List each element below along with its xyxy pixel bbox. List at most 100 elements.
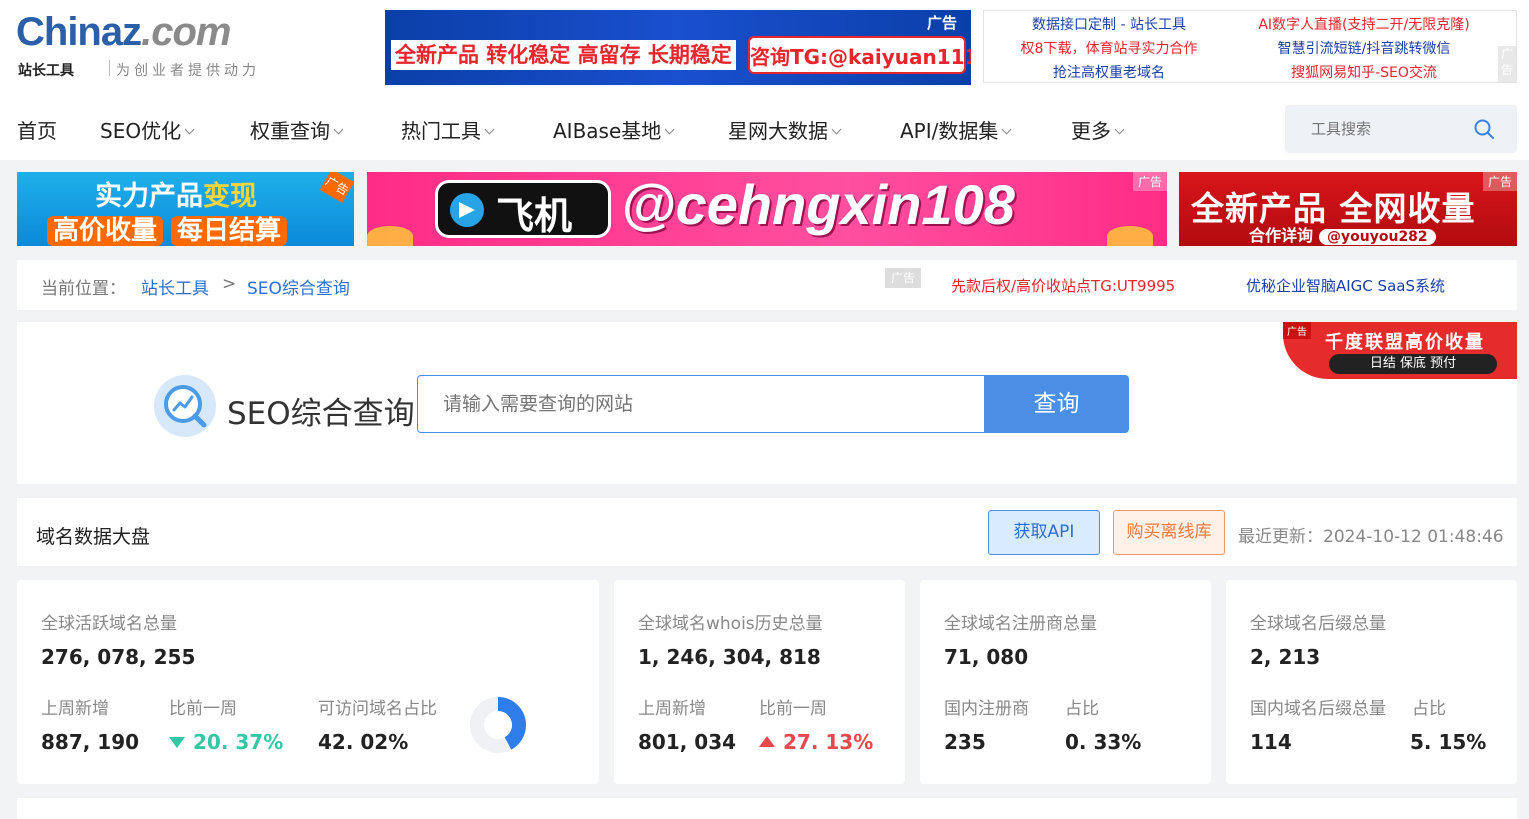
text-ad-link[interactable]: AI数字人直播(支持二开/无限克隆) <box>1239 13 1489 37</box>
get-api-button[interactable]: 获取API <box>988 510 1100 555</box>
banner-ad-2[interactable]: 飞机 @cehngxin108 广告 <box>367 172 1167 246</box>
stat-card-active-domains: 全球活跃域名总量 276, 078, 255 上周新增 887, 190 比前一… <box>17 580 599 784</box>
nav-item-api[interactable]: API/数据集 <box>900 115 1012 144</box>
nav-item-seo[interactable]: SEO优化 <box>100 115 195 144</box>
site-logo[interactable]: Chinaz.com 站长工具 为创业者提供动力 <box>16 10 276 85</box>
tool-search-input[interactable] <box>1285 105 1475 153</box>
ad-headline: 实力产品变现 <box>95 181 257 212</box>
stat-label: 上周新增 <box>638 699 706 719</box>
chevron-down-icon <box>664 124 675 135</box>
main-nav: 首页 SEO优化 权重查询 热门工具 AIBase基地 星网大数据 API/数据… <box>0 105 1280 155</box>
card-label: 全球域名whois历史总量 <box>638 614 823 634</box>
logo-slogan: 为创业者提供动力 <box>116 63 260 79</box>
telegram-badge: 飞机 <box>435 180 611 238</box>
stat-label: 占比 <box>1065 699 1099 719</box>
top-banner-ad[interactable]: 广告 全新产品 转化稳定 高留存 长期稳定 咨询TG:@kaiyuan111 <box>385 10 971 85</box>
nav-item-more[interactable]: 更多 <box>1071 115 1125 144</box>
search-icon[interactable] <box>1473 118 1495 140</box>
banner-ad-3[interactable]: 全新产品 全网收量 合作详询 @youyou282 广告 <box>1179 172 1517 246</box>
nav-item-weight[interactable]: 权重查询 <box>250 115 344 144</box>
breadcrumb-home-link[interactable]: 站长工具 <box>141 274 209 299</box>
section-title: 域名数据大盘 <box>36 526 151 548</box>
accessible-ratio-donut <box>470 697 526 753</box>
seo-chart-icon <box>154 375 216 437</box>
text-ad-link[interactable]: 先款后权/高价收站点TG:UT9995 <box>951 275 1175 296</box>
stat-label: 比前一周 <box>169 699 237 719</box>
stat-value: 235 <box>944 730 986 754</box>
stat-value: 0. 33% <box>1065 730 1142 754</box>
stat-label: 占比 <box>1412 699 1446 719</box>
breadcrumb-prefix: 当前位置： <box>41 279 126 299</box>
text-ads-column-1: 数据接口定制 - 站长工具 权8下载，体育站寻实力合作 抢注高权重老域名 <box>984 13 1234 85</box>
chevron-down-icon <box>1114 124 1125 135</box>
ad-tag: 广告 <box>1132 172 1167 191</box>
text-ad-link[interactable]: 抢注高权重老域名 <box>984 61 1234 85</box>
banner-ad-1[interactable]: 实力产品变现 高价收量 每日结算 广告 <box>17 172 354 246</box>
ad-tag: 广告 <box>926 14 957 32</box>
stat-value-trend: 27. 13% <box>759 730 873 754</box>
ad-headline: 千度联盟高价收量 <box>1325 332 1485 353</box>
logo-wordmark: Chinaz.com <box>16 10 231 54</box>
stat-label: 比前一周 <box>759 699 827 719</box>
chevron-down-icon <box>484 124 495 135</box>
last-updated: 最近更新：2024-10-12 01:48:46 <box>1238 527 1504 547</box>
card-label: 全球域名后缀总量 <box>1250 614 1386 634</box>
nav-item-bigdata[interactable]: 星网大数据 <box>728 115 842 144</box>
ad-contact: 咨询TG:@kaiyuan111 <box>748 36 971 74</box>
ad-tag: 广告 <box>1482 172 1517 191</box>
text-ads-column-2: AI数字人直播(支持二开/无限克隆) 智慧引流短链/抖音跳转微信 搜狐网易知乎-… <box>1239 13 1489 85</box>
text-ad-link[interactable]: 优秘企业智脑AIGC SaaS系统 <box>1246 275 1445 296</box>
telegram-icon <box>450 193 484 227</box>
stat-value: 114 <box>1250 730 1292 754</box>
tool-search <box>1285 105 1517 153</box>
card-value: 276, 078, 255 <box>41 645 196 669</box>
breadcrumb-current-link[interactable]: SEO综合查询 <box>247 274 350 299</box>
page-title: SEO综合查询 <box>227 396 415 432</box>
breadcrumb: 当前位置： 站长工具 > SEO综合查询 广告 先款后权/高价收站点TG:UT9… <box>17 260 1517 310</box>
card-value: 2, 213 <box>1250 645 1321 669</box>
ad-mark: 广告 <box>885 268 921 288</box>
ad-app-name: 飞机 <box>496 194 573 238</box>
ad-tag: 广告 <box>319 172 354 203</box>
buy-offline-db-button[interactable]: 购买离线库 <box>1113 510 1225 555</box>
nav-item-hot-tools[interactable]: 热门工具 <box>401 115 495 144</box>
card-value: 1, 246, 304, 818 <box>638 645 821 669</box>
text-ad-link[interactable]: 搜狐网易知乎-SEO交流 <box>1239 61 1489 85</box>
text-ad-link[interactable]: 数据接口定制 - 站长工具 <box>984 13 1234 37</box>
breadcrumb-separator: > <box>222 274 237 294</box>
card-label: 全球域名注册商总量 <box>944 614 1097 634</box>
stat-value: 801, 034 <box>638 730 737 754</box>
card-value: 71, 080 <box>944 645 1029 669</box>
site-url-input[interactable] <box>417 375 985 433</box>
stat-label: 国内域名后缀总量 <box>1250 699 1386 719</box>
stat-label: 上周新增 <box>41 699 109 719</box>
nav-item-home[interactable]: 首页 <box>17 115 57 144</box>
trend-up-icon <box>759 736 775 747</box>
trend-down-icon <box>169 737 185 748</box>
stat-card-suffixes: 全球域名后缀总量 2, 213 国内域名后缀总量 114 占比 5. 15% <box>1226 580 1517 784</box>
domain-data-header: 域名数据大盘 获取API 购买离线库 最近更新：2024-10-12 01:48… <box>17 498 1517 566</box>
text-ad-link[interactable]: 智慧引流短链/抖音跳转微信 <box>1239 37 1489 61</box>
chevron-down-icon <box>1001 124 1012 135</box>
text-ad-link[interactable]: 权8下载，体育站寻实力合作 <box>984 37 1234 61</box>
card-label: 全球活跃域名总量 <box>41 614 177 634</box>
stat-label: 国内注册商 <box>944 699 1029 719</box>
stat-value: 887, 190 <box>41 730 140 754</box>
query-button[interactable]: 查询 <box>984 375 1129 433</box>
stat-value: 42. 02% <box>318 730 409 754</box>
ad-subline: 高价收量 每日结算 <box>47 210 295 246</box>
ad-subline: 日结 保底 预付 <box>1329 354 1497 374</box>
chevron-down-icon <box>184 124 195 135</box>
nav-item-aibase[interactable]: AIBase基地 <box>553 115 675 144</box>
corner-ad[interactable]: 广告 千度联盟高价收量 日结 保底 预付 <box>1283 322 1517 379</box>
seo-search-panel: SEO综合查询 查询 广告 千度联盟高价收量 日结 保底 预付 <box>17 322 1517 484</box>
stat-value: 5. 15% <box>1410 730 1487 754</box>
ad-tag: 广告 <box>1283 322 1311 339</box>
chevron-down-icon <box>831 124 842 135</box>
stat-value-trend: 20. 37% <box>169 730 283 754</box>
logo-divider <box>109 60 110 76</box>
text-ads-box: 数据接口定制 - 站长工具 权8下载，体育站寻实力合作 抢注高权重老域名 AI数… <box>983 10 1517 83</box>
site-header: Chinaz.com 站长工具 为创业者提供动力 广告 全新产品 转化稳定 高留… <box>0 0 1529 160</box>
logo-subtitle: 站长工具 <box>18 63 74 79</box>
stat-card-registrars: 全球域名注册商总量 71, 080 国内注册商 235 占比 0. 33% <box>920 580 1211 784</box>
